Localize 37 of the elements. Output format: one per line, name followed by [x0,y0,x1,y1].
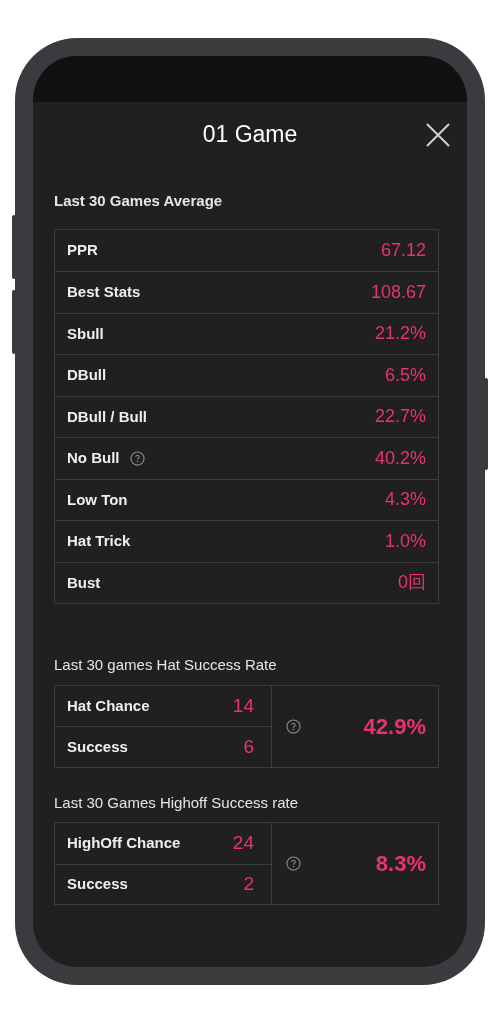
stat-label: Best Stats [67,282,141,302]
stat-label: Bust [67,572,101,593]
section-heading: Last 30 Games Average [54,191,224,211]
page-title: 01 Game [202,119,298,149]
stat-label: Success [67,874,128,894]
stat-label: Hat Chance [67,695,150,716]
stat-value: 22.7% [374,405,426,429]
help-icon[interactable] [129,450,145,466]
stat-value: 0回 [398,571,426,595]
stat-label: Low Ton [67,489,128,510]
success-rate: 8.3% [375,850,426,878]
close-icon [425,122,451,148]
close-button[interactable] [425,122,451,148]
stat-label: Hat Trick [67,531,131,551]
stat-value: 67.12 [380,238,426,262]
stat-value: 4.3% [384,488,426,512]
help-icon[interactable] [286,718,301,734]
stat-label: Success [67,736,128,757]
stat-value: 1.0% [384,529,426,553]
section-heading: Last 30 games Hat Success Rate [54,655,278,675]
success-rate: 42.9% [363,712,426,741]
stat-value: 2 [243,872,254,896]
section-heading: Last 30 Games Highoff Success rate [54,792,299,813]
stat-value: 40.2% [374,446,426,470]
stat-value: 21.2% [374,322,426,346]
stat-label: PPR [67,240,98,260]
help-icon[interactable] [286,856,301,871]
stat-label: No Bull [67,448,120,468]
stat-value: 24 [232,831,254,855]
stat-label: HighOff Chance [67,833,181,853]
stat-value: 6 [243,734,254,759]
stat-value: 108.67 [370,280,426,304]
stat-label: Sbull [67,323,104,344]
stat-value: 14 [232,693,254,718]
stat-label: DBull [67,365,107,385]
stat-value: 6.5% [384,363,426,387]
stat-label: DBull / Bull [67,406,147,427]
